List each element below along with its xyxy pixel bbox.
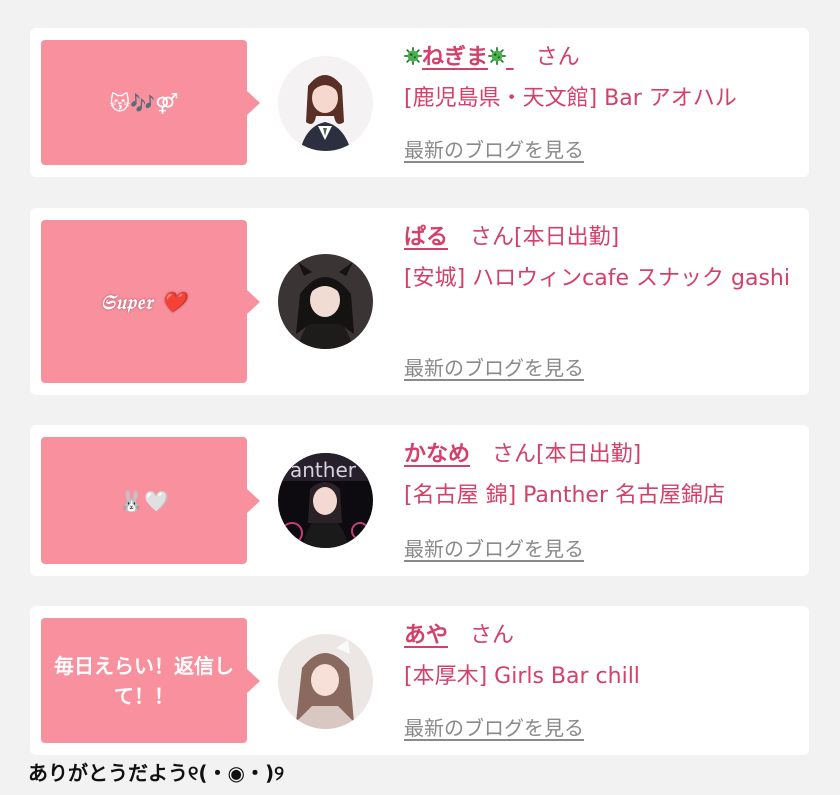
shop-name[interactable]: [鹿児島県・天文館] Bar アオハル [404,80,799,118]
virus-icon [404,47,422,65]
honorific: さん [492,442,537,467]
name-line: あや さん [404,620,799,652]
comment-bubble: 毎日えらい！返信して！！ [41,618,260,743]
latest-blog-link[interactable]: 最新のブログを見る [404,533,584,562]
member-name: ねぎま [422,45,489,70]
post-card[interactable]: 🐰🤍 anther かなめ さん[本日出勤] [名古屋 錦] Panther 名古… [30,425,809,576]
post-card[interactable]: 😽🎶⚤ ねぎま さん [鹿児島県・天文館] Bar アオハル 最新のブログを見る [30,28,809,177]
member-name-link[interactable]: ぱる [404,225,448,250]
latest-blog-link[interactable]: 最新のブログを見る [404,712,584,741]
avatar[interactable]: anther [278,453,373,548]
post-card[interactable]: 毎日えらい！返信して！！ あや さん [本厚木] Girls Bar chill … [30,606,809,755]
comment-text: 𝔖𝔲𝔭𝔢𝔯 ❤️ [100,289,188,314]
svg-text:anther: anther [290,458,357,482]
name-line: かなめ さん[本日出勤] [404,439,799,471]
comment-text: 😽🎶⚤ [109,90,179,115]
comment-bubble: 😽🎶⚤ [41,40,260,165]
virus-icon [488,47,507,65]
post-card[interactable]: 𝔖𝔲𝔭𝔢𝔯 ❤️ ぱる さん[本日出勤] [安城] ハロウィンcafe スナック … [30,208,809,395]
status-label: [本日出勤] [536,442,642,467]
post-info: ねぎま さん [鹿児島県・天文館] Bar アオハル [404,42,799,118]
honorific: さん [535,45,580,70]
comment-text: 毎日えらい！返信して！！ [54,653,234,708]
post-info: あや さん [本厚木] Girls Bar chill [404,620,799,696]
post-info: かなめ さん[本日出勤] [名古屋 錦] Panther 名古屋錦店 [404,439,799,515]
comment-text: 🐰🤍 [119,488,169,513]
latest-blog-link[interactable]: 最新のブログを見る [404,134,584,163]
post-info: ぱる さん[本日出勤] [安城] ハロウィンcafe スナック gashi [404,222,799,298]
name-line: ぱる さん[本日出勤] [404,222,799,254]
member-name-link[interactable]: かなめ [404,442,470,467]
name-line: ねぎま さん [404,42,799,74]
shop-name[interactable]: [本厚木] Girls Bar chill [404,658,799,696]
honorific: さん [470,225,515,250]
status-label: [本日出勤] [514,225,620,250]
member-name-link[interactable]: ねぎま [404,45,514,70]
shop-name[interactable]: [名古屋 錦] Panther 名古屋錦店 [404,477,799,515]
latest-blog-link[interactable]: 最新のブログを見る [404,352,584,381]
avatar[interactable] [278,56,373,151]
member-name-link[interactable]: あや [404,623,448,648]
honorific: さん [470,623,515,648]
comment-bubble: 🐰🤍 [41,437,260,564]
avatar[interactable] [278,634,373,729]
comment-bubble: 𝔖𝔲𝔭𝔢𝔯 ❤️ [41,220,260,383]
shop-name[interactable]: [安城] ハロウィンcafe スナック gashi [404,260,799,298]
caption-text: ありがとうだよう୧(・◉・)୨ [28,761,285,785]
avatar[interactable] [278,254,373,349]
